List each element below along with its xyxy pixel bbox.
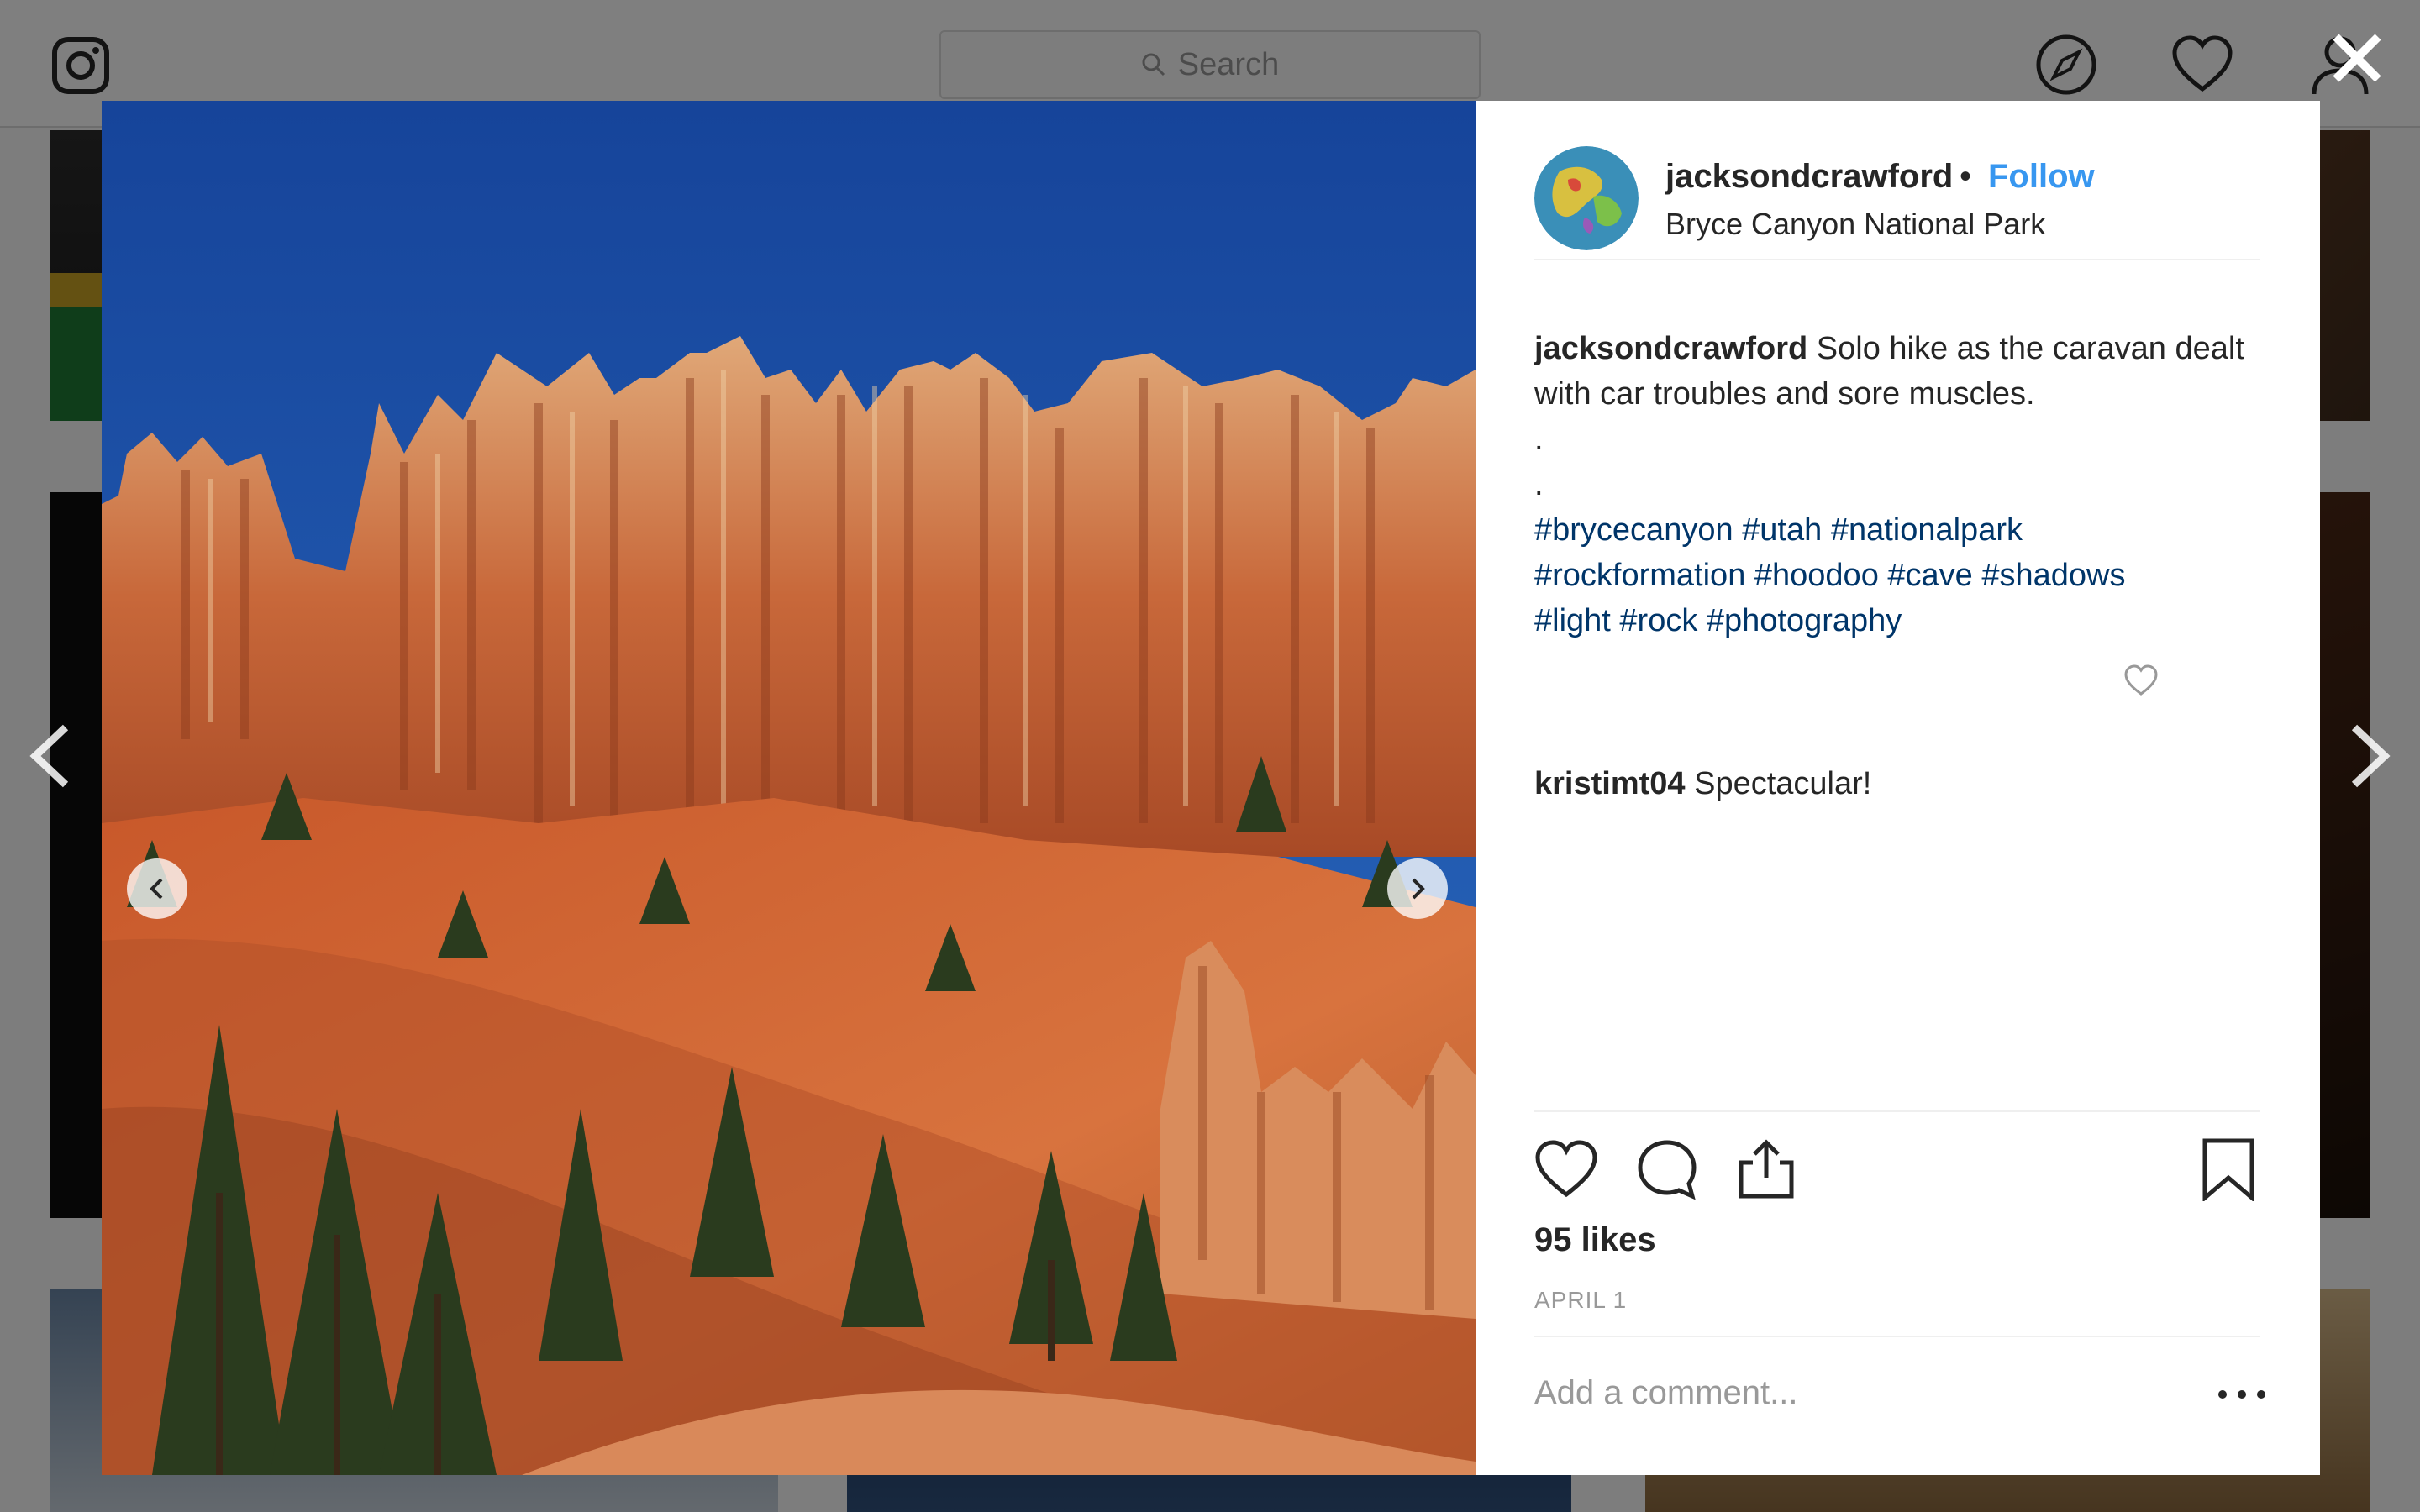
like-count[interactable]: 95 likes [1534, 1221, 1656, 1259]
hashtag-link[interactable]: #photography [1707, 603, 1902, 638]
chevron-left-icon [150, 878, 163, 900]
hashtag-link[interactable]: #utah [1742, 512, 1822, 548]
hashtag-link[interactable]: #hoodoo [1754, 558, 1879, 593]
caption-dot: . [1534, 467, 1544, 502]
hashtag-link[interactable]: #shadows [1981, 558, 2125, 593]
like-icon[interactable] [1534, 1137, 1598, 1201]
follow-button[interactable]: Follow [1988, 158, 2095, 196]
post-header: jacksondcrawford • Follow Bryce Canyon N… [1534, 146, 2260, 260]
hashtag-list: #brycecanyon #utah #nationalpark #rockfo… [1534, 507, 2257, 643]
hashtag-link[interactable]: #cave [1887, 558, 1972, 593]
close-icon[interactable] [2329, 30, 2385, 86]
location-link[interactable]: Bryce Canyon National Park [1665, 207, 2045, 242]
bookmark-icon[interactable] [2196, 1137, 2260, 1201]
post-photo [102, 101, 1476, 1475]
author-username[interactable]: jacksondcrawford [1665, 158, 1953, 196]
more-options-icon[interactable] [2218, 1378, 2265, 1411]
next-post-arrow-icon[interactable] [2346, 722, 2393, 790]
hashtag-link[interactable]: #brycecanyon [1534, 512, 1733, 548]
carousel-next-button[interactable] [1387, 858, 1448, 919]
post-caption: jacksondcrawford Solo hike as the carava… [1534, 326, 2257, 643]
post-details-panel: jacksondcrawford • Follow Bryce Canyon N… [1476, 101, 2320, 1475]
comment-like-icon[interactable] [2124, 664, 2158, 697]
share-icon[interactable] [1734, 1137, 1798, 1201]
post-date: APRIL 1 [1534, 1287, 1628, 1313]
post-modal: jacksondcrawford • Follow Bryce Canyon N… [102, 101, 2320, 1475]
previous-post-arrow-icon[interactable] [27, 722, 74, 790]
globe-avatar-image [1534, 146, 1639, 250]
hashtag-link[interactable]: #light [1534, 603, 1611, 638]
carousel-prev-button[interactable] [127, 858, 187, 919]
hashtag-link[interactable]: #rock [1619, 603, 1697, 638]
caption-dot: . [1534, 422, 1544, 457]
avatar[interactable] [1534, 146, 1639, 250]
comment-item: kristimt04 Spectacular! [1534, 761, 2260, 806]
separator-dot: • [1960, 158, 1972, 195]
divider [1534, 1110, 2260, 1112]
chevron-right-icon [1412, 878, 1425, 900]
hashtag-link[interactable]: #rockformation [1534, 558, 1745, 593]
add-comment-input[interactable] [1534, 1374, 2173, 1412]
comment-text: Spectacular! [1694, 766, 1872, 801]
canyon-photo [102, 101, 1476, 1475]
divider [1534, 1336, 2260, 1337]
comment-username[interactable]: kristimt04 [1534, 766, 1686, 801]
caption-username[interactable]: jacksondcrawford [1534, 331, 1807, 366]
hashtag-link[interactable]: #nationalpark [1831, 512, 2023, 548]
comment-icon[interactable] [1635, 1137, 1699, 1201]
